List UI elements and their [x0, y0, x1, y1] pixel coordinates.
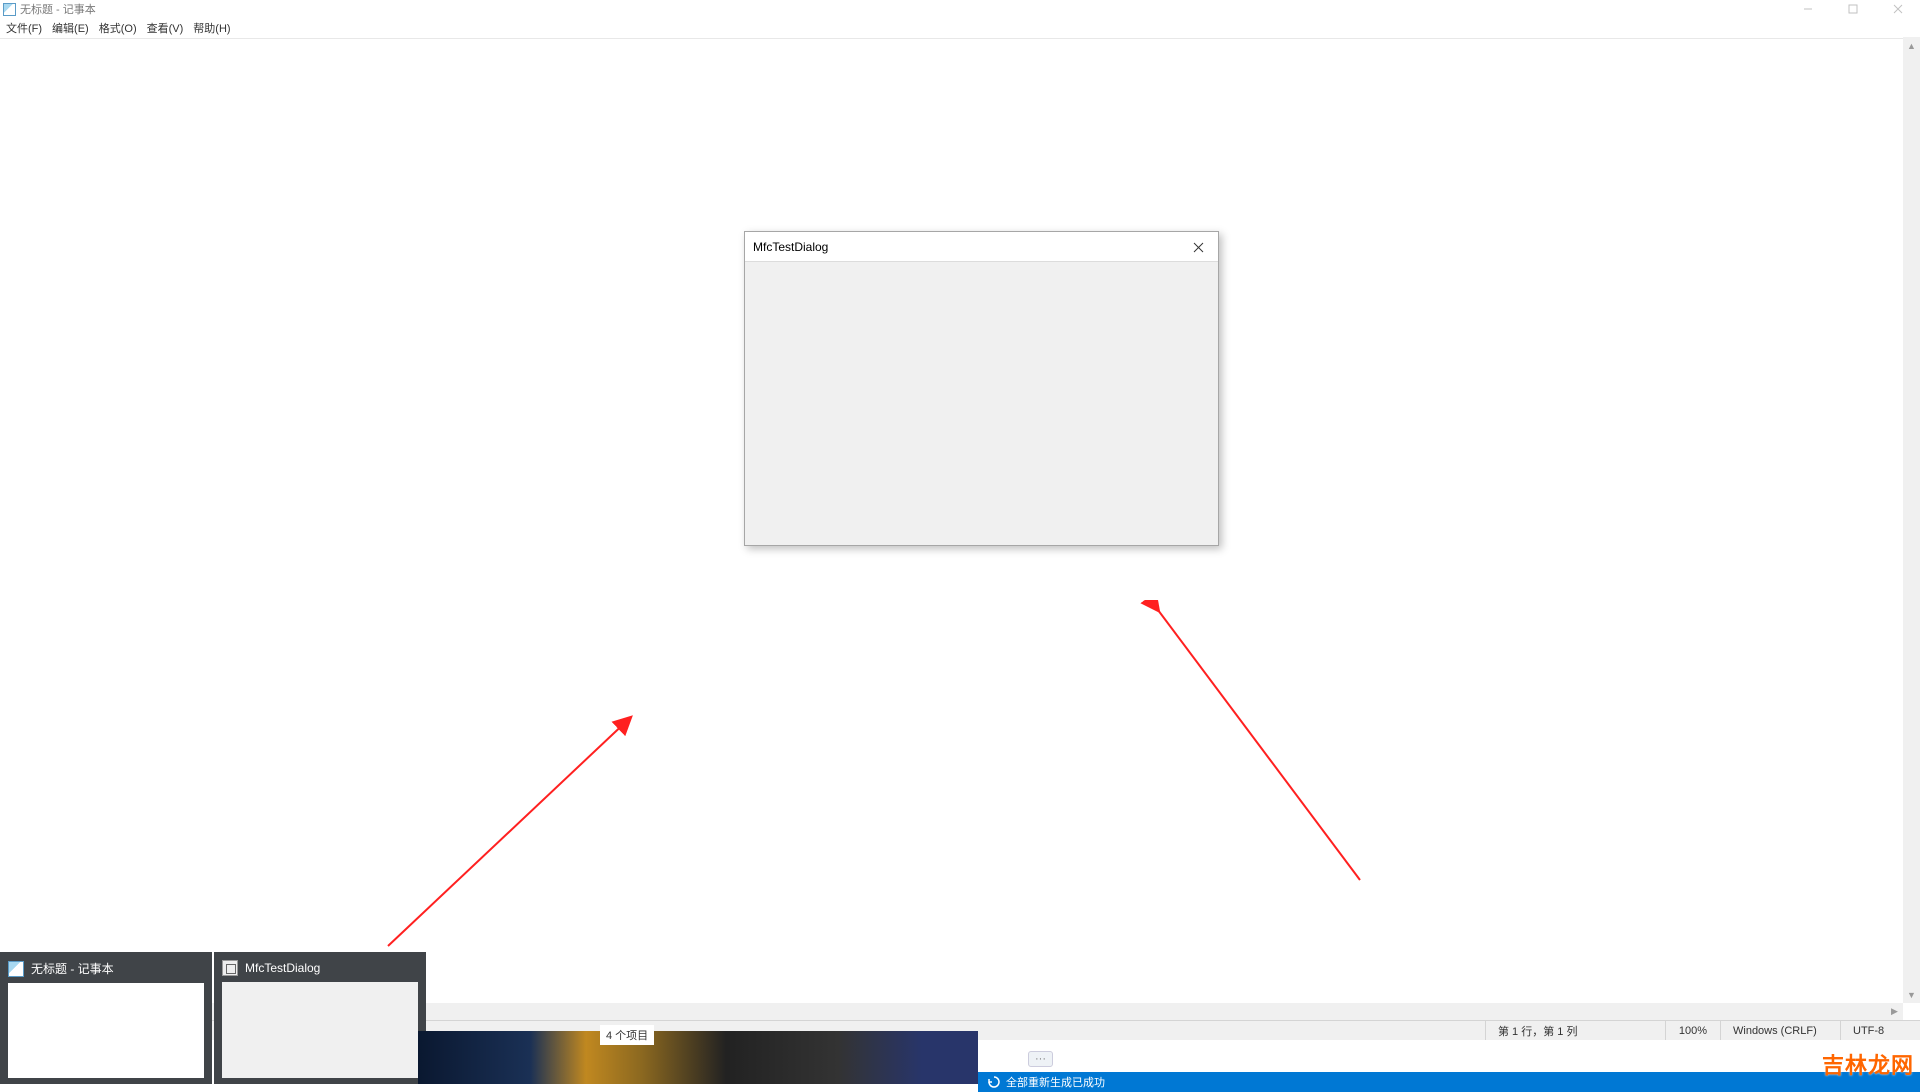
explorer-items-count: 4 个项目 [600, 1025, 654, 1045]
taskbar-previews: 无标题 - 记事本 MfcTestDialog [0, 952, 426, 1084]
notepad-icon [3, 3, 16, 16]
notepad-app-icon [8, 961, 24, 977]
menu-file[interactable]: 文件(F) [2, 20, 46, 36]
window-controls [1785, 0, 1920, 18]
maximize-button[interactable] [1830, 0, 1875, 18]
task-preview-title: MfcTestDialog [245, 961, 320, 975]
vs-build-status: 全部重新生成已成功 [1006, 1074, 1105, 1090]
scroll-up-icon[interactable]: ▲ [1903, 37, 1920, 54]
scroll-down-icon[interactable]: ▼ [1903, 986, 1920, 1003]
notepad-titlebar[interactable]: 无标题 - 记事本 [0, 0, 1920, 18]
minimize-button[interactable] [1785, 0, 1830, 18]
menu-view[interactable]: 查看(V) [143, 20, 188, 36]
vs-status-bar: 全部重新生成已成功 [978, 1072, 1920, 1092]
background-windows: 4 个项目 ··· 全部重新生成已成功 [418, 1029, 1920, 1084]
dialog-close-button[interactable] [1178, 232, 1218, 262]
task-preview-thumbnail [222, 982, 418, 1078]
task-preview-mfc[interactable]: MfcTestDialog [214, 952, 426, 1084]
task-preview-notepad[interactable]: 无标题 - 记事本 [0, 952, 212, 1084]
vertical-scrollbar[interactable]: ▲ ▼ [1903, 37, 1920, 1003]
menu-help[interactable]: 帮助(H) [189, 20, 234, 36]
mfc-app-icon [222, 960, 238, 976]
vs-tag: ··· [1028, 1051, 1053, 1067]
task-preview-title: 无标题 - 记事本 [31, 960, 114, 977]
notepad-title: 无标题 - 记事本 [20, 1, 96, 17]
menu-format[interactable]: 格式(O) [95, 20, 141, 36]
task-preview-header: 无标题 - 记事本 [8, 960, 204, 977]
notepad-menubar: 文件(F) 编辑(E) 格式(O) 查看(V) 帮助(H) [0, 18, 1920, 38]
dialog-title: MfcTestDialog [753, 240, 828, 254]
refresh-icon [988, 1076, 1000, 1088]
close-button[interactable] [1875, 0, 1920, 18]
task-preview-header: MfcTestDialog [222, 960, 418, 976]
mfc-dialog[interactable]: MfcTestDialog [744, 231, 1219, 546]
menu-edit[interactable]: 编辑(E) [48, 20, 93, 36]
scroll-right-icon[interactable]: ▶ [1886, 1003, 1903, 1020]
dialog-titlebar[interactable]: MfcTestDialog [745, 232, 1218, 262]
watermark: 吉林龙网 [1822, 1048, 1914, 1080]
task-preview-thumbnail [8, 983, 204, 1078]
photo-viewer-peek [418, 1031, 978, 1084]
